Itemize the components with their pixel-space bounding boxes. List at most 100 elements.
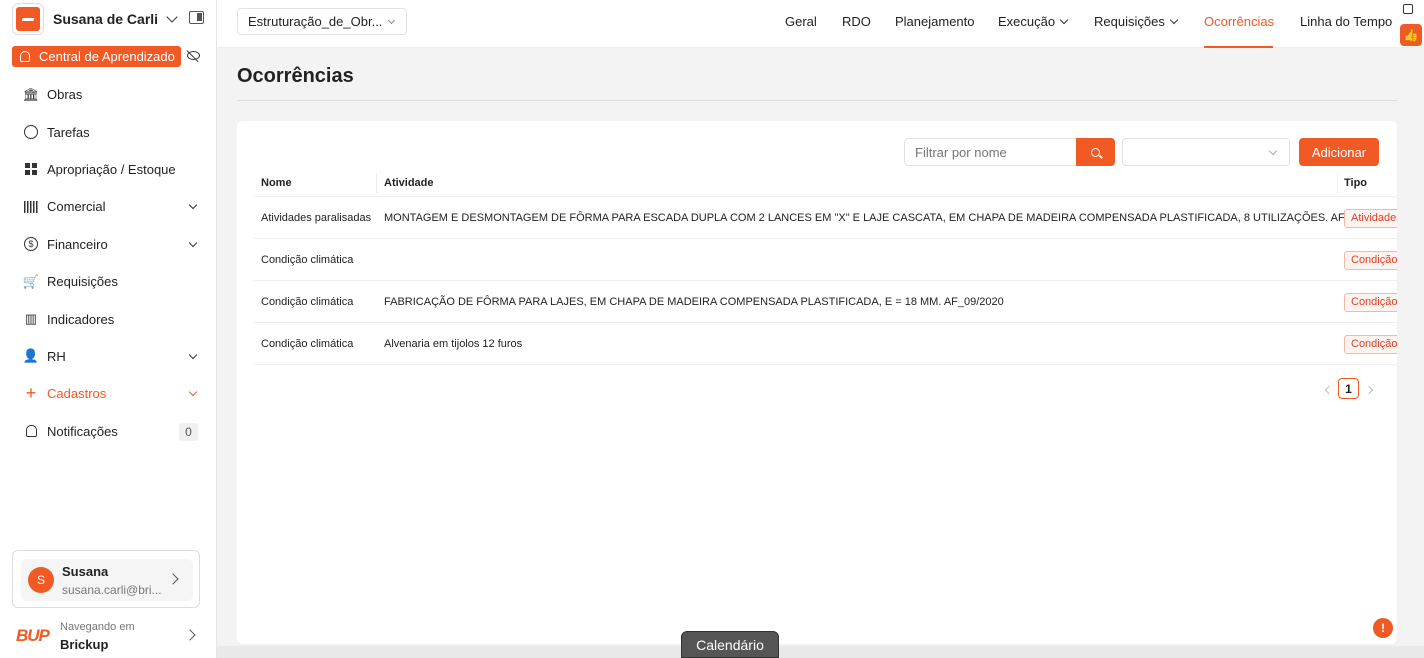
tab-requisicoes[interactable]: Requisições	[1094, 14, 1179, 29]
table-row[interactable]: Condição climática Condição climática	[254, 239, 1397, 281]
chevron-down-icon	[188, 200, 198, 210]
check-circle-icon	[24, 125, 38, 140]
barcode-icon	[24, 200, 38, 214]
tab-ocorrencias[interactable]: Ocorrências	[1204, 14, 1274, 29]
chevron-down-icon	[188, 387, 198, 397]
tab-execucao[interactable]: Execução	[998, 14, 1069, 29]
org-label: Navegando em	[60, 621, 135, 633]
type-tag: Condição climática	[1344, 251, 1397, 270]
organization-switcher[interactable]: BUP Navegando em Brickup	[12, 618, 210, 652]
sidebar-item-label: Notificações	[47, 423, 118, 439]
sidebar-item-rh[interactable]: 👤 RH	[0, 338, 216, 375]
chevron-down-icon	[188, 238, 198, 247]
table-row[interactable]: Condição climática FABRICAÇÃO DE FÔRMA P…	[254, 281, 1397, 323]
cell-name: Atividades paralisadas	[261, 212, 372, 224]
sidebar-item-requisicoes[interactable]: 🛒 Requisições	[0, 263, 216, 300]
pagination-next-icon[interactable]	[1364, 385, 1374, 395]
column-divider	[1337, 173, 1338, 193]
thumbs-up-icon[interactable]: 👍	[1400, 24, 1422, 46]
cart-icon: 🛒	[22, 273, 40, 289]
tab-geral[interactable]: Geral	[785, 14, 817, 29]
tab-rdo[interactable]: RDO	[842, 14, 871, 29]
bottom-bar	[217, 646, 1424, 658]
company-logo	[12, 3, 44, 35]
sidebar-item-indicadores[interactable]: ▥ Indicadores	[0, 300, 216, 337]
column-header-type[interactable]: Tipo	[1344, 177, 1367, 189]
eye-off-icon[interactable]	[187, 51, 200, 60]
divider	[237, 100, 1397, 101]
add-button[interactable]: Adicionar	[1299, 138, 1379, 166]
workspace-switcher[interactable]: Susana de Carli	[12, 3, 212, 35]
bar-chart-icon: ▥	[24, 311, 38, 327]
active-tab-indicator	[1204, 46, 1273, 48]
column-header-name[interactable]: Nome	[261, 177, 292, 189]
brickup-logo: BUP	[16, 626, 50, 645]
bell-icon	[20, 51, 30, 62]
column-header-activity[interactable]: Atividade	[384, 177, 434, 189]
sidebar-item-label: Comercial	[47, 199, 106, 215]
sidebar-nav: 🏛 Obras Tarefas Apropriação / Estoque Co…	[0, 76, 216, 450]
sidebar-item-label: Cadastros	[47, 386, 107, 402]
notification-count-badge: 0	[179, 422, 198, 441]
pagination-prev-icon[interactable]	[1324, 385, 1334, 395]
grid-icon	[24, 162, 38, 176]
occurrences-card: Adicionar Nome Atividade Tipo Atividades…	[237, 121, 1397, 644]
sidebar-item-financeiro[interactable]: $ Financeiro	[0, 226, 216, 263]
occurrences-table: Nome Atividade Tipo Atividades paralisad…	[254, 169, 1397, 365]
tab-label: Execução	[998, 14, 1056, 29]
sidebar-item-notificacoes[interactable]: Notificações 0	[0, 413, 216, 450]
chevron-down-icon	[1059, 15, 1069, 25]
table-header: Nome Atividade Tipo	[254, 169, 1397, 197]
sidebar-item-cadastros[interactable]: + Cadastros	[0, 375, 216, 412]
sidebar-item-label: Tarefas	[47, 124, 90, 140]
plus-icon: +	[25, 383, 37, 404]
sidebar-item-apropriacao[interactable]: Apropriação / Estoque	[0, 151, 216, 188]
table-row[interactable]: Atividades paralisadas MONTAGEM E DESMON…	[254, 197, 1397, 239]
collapse-sidebar-icon[interactable]	[189, 11, 204, 24]
column-divider	[376, 173, 377, 193]
user-icon: 👤	[22, 348, 40, 364]
user-profile-card[interactable]: S Susana susana.carli@bri...	[12, 550, 200, 608]
type-filter-select[interactable]	[1122, 138, 1290, 166]
sidebar-item-obras[interactable]: 🏛 Obras	[0, 76, 216, 113]
tab-label: Requisições	[1094, 14, 1165, 29]
help-chat-icon[interactable]: !	[1373, 618, 1393, 638]
pagination-page-1[interactable]: 1	[1338, 378, 1359, 399]
sidebar: Susana de Carli Central de Aprendizado 🏛…	[0, 0, 217, 658]
type-tag: Condição climática	[1344, 293, 1397, 312]
sidebar-item-label: Financeiro	[47, 236, 108, 252]
cell-name: Condição climática	[261, 338, 354, 350]
page-title: Ocorrências	[237, 65, 354, 87]
profile-email: susana.carli@bri...	[62, 582, 162, 597]
sidebar-item-label: Obras	[47, 87, 83, 103]
top-nav: Geral RDO Planejamento Execução Requisiç…	[217, 0, 1424, 48]
bell-icon	[24, 424, 38, 438]
org-name: Brickup	[60, 637, 109, 652]
filter-name-input[interactable]	[904, 138, 1076, 166]
learning-center-button[interactable]: Central de Aprendizado	[12, 46, 181, 67]
thumbs-down-icon[interactable]	[1403, 4, 1413, 14]
dollar-icon: $	[24, 237, 38, 252]
cell-activity: MONTAGEM E DESMONTAGEM DE FÔRMA PARA ESC…	[384, 212, 1390, 224]
top-bar: Estruturação_de_Obr... Geral RDO Planeja…	[217, 0, 1424, 48]
calendar-tab[interactable]: Calendário	[681, 631, 779, 658]
tab-linha-do-tempo[interactable]: Linha do Tempo	[1300, 14, 1392, 29]
sidebar-item-tarefas[interactable]: Tarefas	[0, 113, 216, 150]
cell-activity: Alvenaria em tijolos 12 furos	[384, 338, 523, 350]
cell-name: Condição climática	[261, 254, 354, 266]
avatar: S	[28, 567, 54, 593]
chevron-down-icon	[1169, 15, 1179, 25]
sidebar-item-comercial[interactable]: Comercial	[0, 188, 216, 225]
learning-center-label: Central de Aprendizado	[39, 49, 175, 64]
user-name: Susana de Carli	[53, 11, 159, 27]
type-tag: Atividades paralisadas	[1344, 209, 1397, 228]
tab-planejamento[interactable]: Planejamento	[895, 14, 975, 29]
sidebar-item-label: RH	[47, 348, 66, 364]
search-button[interactable]	[1076, 138, 1115, 166]
chevron-down-icon	[166, 10, 178, 23]
chevron-right-icon	[167, 573, 179, 585]
table-row[interactable]: Condição climática Alvenaria em tijolos …	[254, 323, 1397, 365]
sidebar-item-label: Indicadores	[47, 311, 115, 327]
cell-activity: FABRICAÇÃO DE FÔRMA PARA LAJES, EM CHAPA…	[384, 296, 1004, 308]
search-icon	[1091, 147, 1100, 157]
